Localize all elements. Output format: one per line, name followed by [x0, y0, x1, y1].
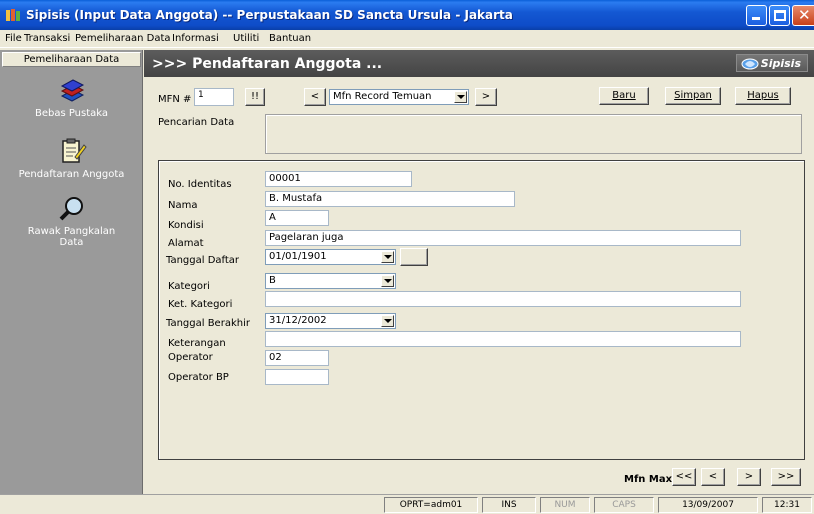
baru-button[interactable]: Baru: [599, 87, 649, 105]
status-date: 13/09/2007: [658, 497, 758, 513]
chevron-down-icon[interactable]: [381, 251, 394, 263]
ket-kategori-field[interactable]: [265, 291, 741, 307]
sidebar: Pemeliharaan Data Bebas Pustaka Pendafta…: [0, 50, 143, 494]
status-ins: INS: [482, 497, 536, 513]
tanggal-berakhir-label: Tanggal Berakhir: [166, 318, 250, 329]
brand-badge: Sipisis: [735, 54, 808, 72]
search-data-box[interactable]: [265, 114, 802, 154]
menu-bantuan[interactable]: Bantuan: [269, 33, 311, 44]
nav-next-button[interactable]: >: [737, 468, 761, 486]
hapus-button[interactable]: Hapus: [735, 87, 791, 105]
menu-file[interactable]: File: [5, 33, 22, 44]
simpan-label: Simpan: [674, 90, 712, 101]
menu-informasi[interactable]: Informasi: [172, 33, 219, 44]
kategori-value: B: [269, 275, 276, 286]
prev-record-button[interactable]: <: [304, 88, 326, 106]
next-record-button[interactable]: >: [475, 88, 497, 106]
sipisis-logo-icon: [741, 58, 759, 70]
search-label: Pencarian Data: [158, 117, 235, 128]
sidebar-item-pendaftaran-anggota[interactable]: Pendaftaran Anggota: [0, 137, 143, 180]
maximize-button[interactable]: [769, 5, 790, 26]
status-num: NUM: [540, 497, 590, 513]
goto-record-button[interactable]: !!: [245, 88, 265, 106]
title-bar[interactable]: Sipisis (Input Data Anggota) -- Perpusta…: [0, 0, 814, 30]
menu-bar: File Transaksi Pemeliharaan Data Informa…: [0, 30, 814, 48]
sidebar-item-rawak-pangkalan-data[interactable]: Rawak Pangkalan Data: [0, 196, 143, 248]
sidebar-item-label: Rawak Pangkalan Data: [0, 226, 143, 248]
ket-kategori-label: Ket. Kategori: [168, 299, 233, 310]
mfn-max-label: Mfn Max: [624, 474, 673, 485]
hapus-label: Hapus: [747, 90, 779, 101]
page-title: >>> Pendaftaran Anggota ...: [152, 56, 383, 72]
header-band: >>> Pendaftaran Anggota ... Sipisis: [144, 50, 814, 77]
tanggal-berakhir-value: 31/12/2002: [269, 315, 327, 326]
tanggal-daftar-extra-button[interactable]: [400, 248, 428, 266]
sidebar-item-label: Pendaftaran Anggota: [18, 169, 125, 180]
chevron-down-icon[interactable]: [381, 315, 394, 327]
tanggal-daftar-picker[interactable]: 01/01/1901: [265, 249, 396, 265]
minimize-button[interactable]: [746, 5, 767, 26]
books-app-icon: [6, 9, 20, 21]
close-button[interactable]: ✕: [792, 5, 814, 26]
window-title: Sipisis (Input Data Anggota) -- Perpusta…: [26, 8, 513, 22]
sidebar-item-label-line1: Rawak Pangkalan: [27, 226, 116, 237]
nama-field[interactable]: B. Mustafa: [265, 191, 515, 207]
app-window: Sipisis (Input Data Anggota) -- Perpusta…: [0, 0, 814, 514]
magnifier-icon: [59, 197, 83, 221]
status-operator: OPRT=adm01: [384, 497, 478, 513]
no-identitas-label: No. Identitas: [168, 179, 232, 190]
main-panel: >>> Pendaftaran Anggota ... Sipisis MFN …: [144, 50, 814, 494]
last-record-button[interactable]: >>: [771, 468, 801, 486]
no-identitas-field[interactable]: 00001: [265, 171, 412, 187]
maximize-icon: [774, 10, 786, 21]
record-search-select-value: Mfn Record Temuan: [333, 91, 432, 102]
operator-field[interactable]: 02: [265, 350, 329, 366]
operator-bp-field[interactable]: [265, 369, 329, 385]
keterangan-field[interactable]: [265, 331, 741, 347]
mfn-input[interactable]: 1: [194, 88, 234, 106]
kategori-select[interactable]: B: [265, 273, 396, 289]
menu-pemeliharaan-data[interactable]: Pemeliharaan Data: [75, 33, 171, 44]
record-search-select[interactable]: Mfn Record Temuan: [329, 89, 469, 105]
books-stack-icon: [60, 79, 84, 102]
menu-transaksi[interactable]: Transaksi: [24, 33, 70, 44]
chevron-down-icon[interactable]: [454, 91, 467, 103]
operator-label: Operator: [168, 352, 213, 363]
nav-prev-button[interactable]: <: [701, 468, 725, 486]
status-bar: OPRT=adm01 INS NUM CAPS 13/09/2007 12:31: [0, 494, 814, 514]
sidebar-header: Pemeliharaan Data: [2, 52, 141, 67]
brand-text: Sipisis: [760, 57, 801, 70]
keterangan-label: Keterangan: [168, 338, 226, 349]
sidebar-item-label-line2: Data: [59, 237, 84, 248]
status-caps: CAPS: [594, 497, 654, 513]
alamat-label: Alamat: [168, 238, 204, 249]
kondisi-field[interactable]: A: [265, 210, 329, 226]
tanggal-daftar-value: 01/01/1901: [269, 251, 327, 262]
kategori-label: Kategori: [168, 281, 210, 292]
chevron-down-icon[interactable]: [381, 275, 394, 287]
status-time: 12:31: [762, 497, 812, 513]
simpan-button[interactable]: Simpan: [665, 87, 721, 105]
baru-label: Baru: [612, 90, 636, 101]
clipboard-pencil-icon: [61, 138, 87, 163]
nama-label: Nama: [168, 200, 198, 211]
mfn-label: MFN #: [158, 94, 192, 105]
first-record-button[interactable]: <<: [672, 468, 696, 486]
sidebar-item-bebas-pustaka[interactable]: Bebas Pustaka: [0, 78, 143, 119]
menu-utiliti[interactable]: Utiliti: [233, 33, 259, 44]
sidebar-item-label: Bebas Pustaka: [34, 108, 109, 119]
alamat-field[interactable]: Pagelaran juga: [265, 230, 741, 246]
tanggal-daftar-label: Tanggal Daftar: [166, 255, 240, 266]
tanggal-berakhir-picker[interactable]: 31/12/2002: [265, 313, 396, 329]
kondisi-label: Kondisi: [168, 220, 204, 231]
close-icon: ✕: [798, 6, 811, 24]
operator-bp-label: Operator BP: [168, 372, 229, 383]
minimize-icon: [752, 17, 760, 20]
